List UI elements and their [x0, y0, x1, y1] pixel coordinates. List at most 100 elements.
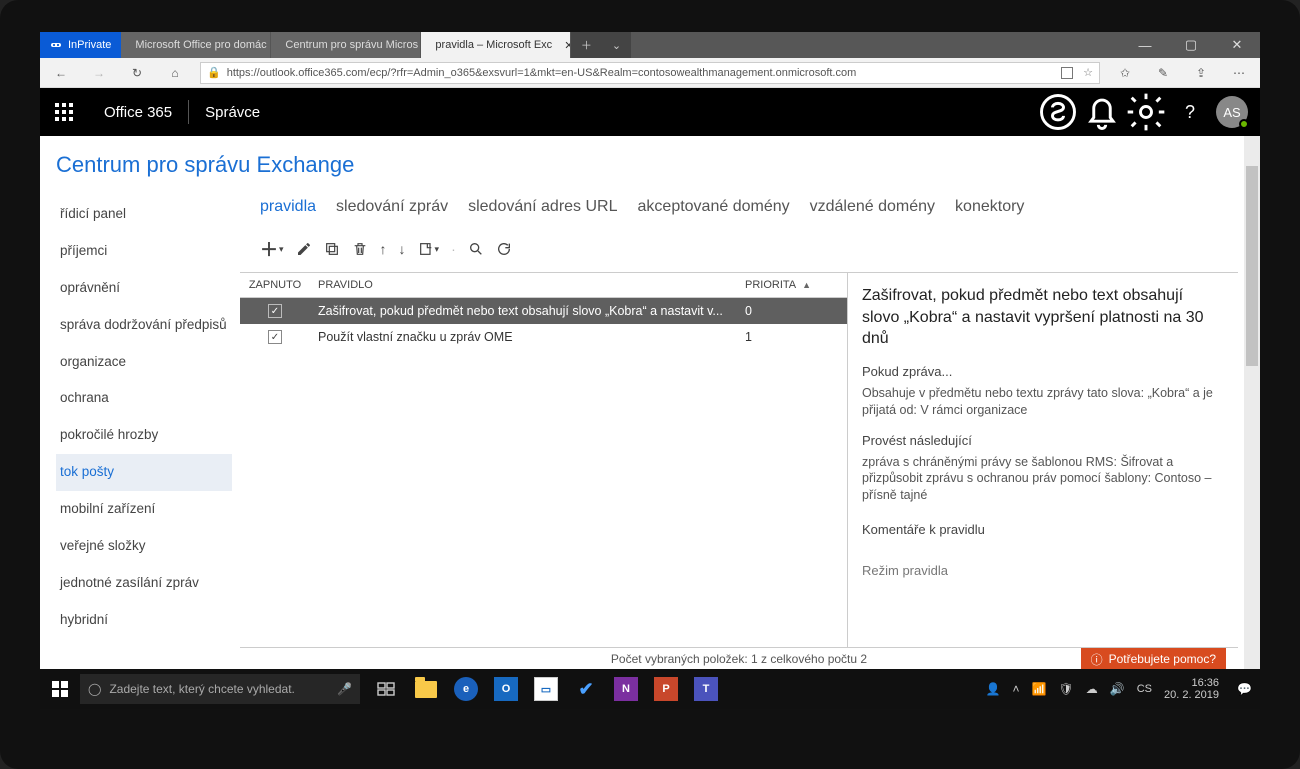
col-rule[interactable]: PRAVIDLO [310, 273, 737, 297]
need-help-label: Potřebujete pomoc? [1109, 652, 1216, 666]
new-tab-button[interactable]: ＋ [571, 32, 601, 58]
mic-icon[interactable]: 🎤 [337, 682, 352, 696]
browser-tab[interactable]: pravidla – Microsoft Exc ✕ [421, 32, 571, 58]
taskbar-app-powerpoint[interactable]: P [646, 669, 686, 709]
sidebar-item-hybrid[interactable]: hybridní [56, 602, 232, 639]
checkbox-icon[interactable]: ✓ [268, 304, 282, 318]
rule-name: Použít vlastní značku u zpráv OME [310, 324, 737, 350]
sidebar-item-protection[interactable]: ochrana [56, 380, 232, 417]
taskbar-app-edge[interactable]: e [446, 669, 486, 709]
favorites-button[interactable]: ✩ [1112, 66, 1138, 80]
sidebar-item-recipients[interactable]: příjemci [56, 233, 232, 270]
rule-priority: 1 [737, 324, 847, 350]
sidebar-item-public-folders[interactable]: veřejné složky [56, 528, 232, 565]
browser-tab[interactable]: Centrum pro správu Micros [271, 32, 421, 58]
task-view-button[interactable] [366, 669, 406, 709]
separator: · [451, 241, 456, 257]
sidebar-item-dashboard[interactable]: řídicí panel [56, 196, 232, 233]
avatar-initials: AS [1223, 105, 1240, 120]
close-icon[interactable]: ✕ [564, 39, 571, 52]
sidebar-item-mobile[interactable]: mobilní zařízení [56, 491, 232, 528]
search-button[interactable] [468, 241, 484, 257]
table-row[interactable]: ✓ Použít vlastní značku u zpráv OME 1 [240, 324, 847, 350]
sidebar-item-unified-messaging[interactable]: jednotné zasílání zpráv [56, 565, 232, 602]
settings-button[interactable] [1124, 88, 1168, 136]
sidebar-item-advanced-threats[interactable]: pokročilé hrozby [56, 417, 232, 454]
home-button[interactable]: ⌂ [162, 66, 188, 80]
tab-url-trace[interactable]: sledování adres URL [468, 198, 617, 216]
onedrive-icon[interactable]: ☁ [1086, 682, 1098, 696]
defender-icon[interactable]: 🛡 [1059, 682, 1074, 696]
volume-icon[interactable]: 🔊 [1110, 682, 1125, 696]
window-maximize-button[interactable]: ▢ [1168, 32, 1214, 58]
tab-accepted-domains[interactable]: akceptované domény [638, 198, 790, 216]
checkbox-icon[interactable]: ✓ [268, 330, 282, 344]
help-button[interactable]: ? [1168, 88, 1212, 136]
edit-button[interactable] [296, 241, 312, 257]
inprivate-badge: InPrivate [40, 32, 121, 58]
task-view-icon [377, 682, 395, 696]
tab-overflow-button[interactable]: ⌄ [601, 32, 631, 58]
tray-chevron-icon[interactable]: ˄ [1013, 682, 1020, 696]
export-button[interactable]: ▾ [418, 241, 440, 257]
back-button[interactable]: ← [48, 66, 74, 80]
share-button[interactable]: ⇪ [1188, 66, 1214, 80]
taskbar-app-outlook[interactable]: O [486, 669, 526, 709]
network-icon[interactable]: 📶 [1032, 682, 1047, 696]
browser-tab-title: Centrum pro správu Micros [285, 39, 418, 51]
main-pane: pravidla sledování zpráv sledování adres… [240, 196, 1244, 669]
notes-button[interactable]: ✎ [1150, 66, 1176, 80]
taskbar-app-todo[interactable]: ✔ [566, 669, 606, 709]
window-close-button[interactable]: ✕ [1214, 32, 1260, 58]
sidebar-item-permissions[interactable]: oprávnění [56, 270, 232, 307]
taskbar-search[interactable]: ◯ Zadejte text, který chcete vyhledat. 🎤 [80, 674, 360, 704]
skype-button[interactable] [1036, 88, 1080, 136]
language-icon[interactable]: CS [1137, 683, 1152, 695]
taskbar-app-teams[interactable]: T [686, 669, 726, 709]
taskbar-app-explorer[interactable] [406, 669, 446, 709]
taskbar-app-onenote[interactable]: N [606, 669, 646, 709]
col-enabled[interactable]: ZAPNUTO [240, 273, 310, 297]
need-help-button[interactable]: ⓘ Potřebujete pomoc? [1081, 648, 1226, 669]
tab-connectors[interactable]: konektory [955, 198, 1024, 216]
forward-button[interactable]: → [86, 66, 112, 80]
sidebar-item-compliance[interactable]: správa dodržování předpisů [56, 307, 232, 344]
add-button[interactable]: ＋▾ [260, 236, 284, 262]
window-minimize-button[interactable]: — [1122, 32, 1168, 58]
tab-message-trace[interactable]: sledování zpráv [336, 198, 448, 216]
start-button[interactable] [40, 681, 80, 697]
reading-view-icon[interactable] [1061, 67, 1073, 79]
cortana-icon: ◯ [88, 682, 101, 696]
refresh-button[interactable] [496, 241, 512, 257]
tab-rules[interactable]: pravidla [260, 198, 316, 216]
scrollbar[interactable] [1244, 136, 1260, 669]
outlook-icon: O [494, 677, 518, 701]
url-input[interactable]: 🔒 https://outlook.office365.com/ecp/?rfr… [200, 62, 1100, 84]
taskbar-app-whiteboard[interactable]: ▭ [526, 669, 566, 709]
sidebar-item-mail-flow[interactable]: tok pošty [56, 454, 232, 491]
lock-icon: 🔒 [207, 66, 221, 79]
sort-asc-icon: ▲ [802, 280, 811, 290]
sidebar-item-organization[interactable]: organizace [56, 344, 232, 381]
scrollbar-thumb[interactable] [1246, 166, 1258, 366]
avatar[interactable]: AS [1216, 96, 1248, 128]
table-row[interactable]: ✓ Zašifrovat, pokud předmět nebo text ob… [240, 298, 847, 324]
action-center-icon[interactable]: 💬 [1237, 682, 1252, 696]
notifications-button[interactable] [1080, 88, 1124, 136]
refresh-button[interactable]: ↻ [124, 66, 150, 80]
browser-tab[interactable]: Microsoft Office pro domác [121, 32, 271, 58]
move-up-button[interactable]: ↑ [380, 241, 387, 257]
more-button[interactable]: ⋯ [1226, 66, 1252, 80]
tab-remote-domains[interactable]: vzdálené domény [810, 198, 935, 216]
move-down-button[interactable]: ↓ [399, 241, 406, 257]
col-priority[interactable]: PRIORITA ▲ [737, 273, 847, 297]
folder-icon [415, 681, 437, 698]
copy-button[interactable] [324, 241, 340, 257]
system-tray: 👤 ˄ 📶 🛡 ☁ 🔊 CS 16:36 20. 2. 2019 💬 [978, 677, 1260, 701]
app-launcher-button[interactable] [40, 88, 88, 136]
delete-button[interactable] [352, 241, 368, 257]
favorite-icon[interactable]: ☆ [1083, 66, 1093, 79]
windows-taskbar: ◯ Zadejte text, který chcete vyhledat. 🎤… [40, 669, 1260, 709]
taskbar-clock[interactable]: 16:36 20. 2. 2019 [1164, 677, 1225, 701]
people-icon[interactable]: 👤 [986, 682, 1001, 696]
